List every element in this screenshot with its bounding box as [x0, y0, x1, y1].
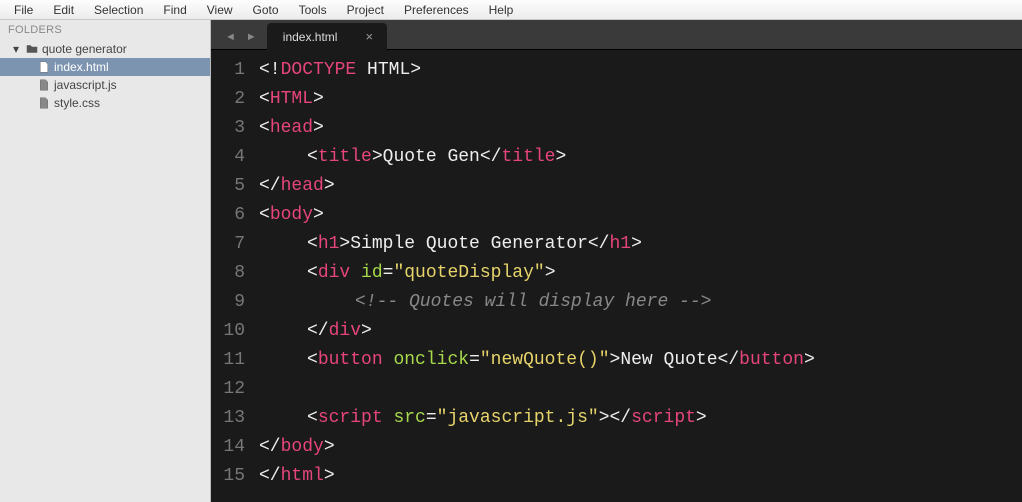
file-label: style.css	[54, 96, 100, 110]
menu-edit[interactable]: Edit	[43, 1, 84, 19]
line-number: 8	[223, 259, 245, 288]
line-number: 14	[223, 433, 245, 462]
menu-tools[interactable]: Tools	[289, 1, 337, 19]
code-line[interactable]	[259, 375, 1022, 404]
close-icon[interactable]: ×	[365, 29, 373, 44]
tab-label: index.html	[283, 30, 338, 44]
tabbar: ◄ ► index.html ×	[211, 20, 1022, 50]
menu-goto[interactable]: Goto	[243, 1, 289, 19]
file-icon	[38, 61, 50, 73]
file-icon	[38, 97, 50, 109]
code-line[interactable]: <script src="javascript.js"></script>	[259, 404, 1022, 433]
code-line[interactable]: </html>	[259, 462, 1022, 491]
code-line[interactable]: </head>	[259, 172, 1022, 201]
tab-index-html[interactable]: index.html ×	[267, 23, 387, 50]
gutter: 123456789101112131415	[211, 56, 259, 502]
line-number: 1	[223, 56, 245, 85]
main-container: FOLDERS ▾ quote generator index.html javasc…	[0, 20, 1022, 502]
line-number: 12	[223, 375, 245, 404]
menu-help[interactable]: Help	[479, 1, 524, 19]
line-number: 4	[223, 143, 245, 172]
menu-preferences[interactable]: Preferences	[394, 1, 479, 19]
code-line[interactable]: <head>	[259, 114, 1022, 143]
code-line[interactable]: </body>	[259, 433, 1022, 462]
folder-icon	[26, 43, 38, 55]
menu-selection[interactable]: Selection	[84, 1, 153, 19]
line-number: 15	[223, 462, 245, 491]
code-line[interactable]: <!DOCTYPE HTML>	[259, 56, 1022, 85]
code-editor[interactable]: 123456789101112131415 <!DOCTYPE HTML><HT…	[211, 50, 1022, 502]
line-number: 7	[223, 230, 245, 259]
folder-label: quote generator	[42, 42, 127, 56]
code-line[interactable]: <title>Quote Gen</title>	[259, 143, 1022, 172]
menu-view[interactable]: View	[197, 1, 243, 19]
code-body[interactable]: <!DOCTYPE HTML><HTML><head><title>Quote …	[259, 56, 1022, 502]
history-forward-icon[interactable]: ►	[246, 31, 267, 49]
code-line[interactable]: <!-- Quotes will display here -->	[259, 288, 1022, 317]
chevron-down-icon: ▾	[10, 43, 22, 55]
file-index-html[interactable]: index.html	[0, 58, 210, 76]
file-icon	[38, 79, 50, 91]
history-back-icon[interactable]: ◄	[219, 31, 246, 49]
folder-root[interactable]: ▾ quote generator	[0, 40, 210, 58]
line-number: 5	[223, 172, 245, 201]
file-tree: ▾ quote generator index.html javascript.js s…	[0, 38, 210, 114]
line-number: 6	[223, 201, 245, 230]
code-line[interactable]: </div>	[259, 317, 1022, 346]
menu-file[interactable]: File	[4, 1, 43, 19]
code-line[interactable]: <div id="quoteDisplay">	[259, 259, 1022, 288]
code-line[interactable]: <button onclick="newQuote()">New Quote</…	[259, 346, 1022, 375]
file-label: javascript.js	[54, 78, 117, 92]
file-javascript-js[interactable]: javascript.js	[0, 76, 210, 94]
sidebar-header: FOLDERS	[0, 20, 210, 38]
line-number: 11	[223, 346, 245, 375]
code-line[interactable]: <h1>Simple Quote Generator</h1>	[259, 230, 1022, 259]
menu-project[interactable]: Project	[337, 1, 394, 19]
line-number: 10	[223, 317, 245, 346]
code-line[interactable]: <HTML>	[259, 85, 1022, 114]
line-number: 13	[223, 404, 245, 433]
code-line[interactable]: <body>	[259, 201, 1022, 230]
line-number: 9	[223, 288, 245, 317]
menubar: FileEditSelectionFindViewGotoToolsProjec…	[0, 0, 1022, 20]
editor-area: ◄ ► index.html × 123456789101112131415 <…	[211, 20, 1022, 502]
sidebar: FOLDERS ▾ quote generator index.html javasc…	[0, 20, 211, 502]
line-number: 2	[223, 85, 245, 114]
line-number: 3	[223, 114, 245, 143]
menu-find[interactable]: Find	[153, 1, 196, 19]
file-label: index.html	[54, 60, 109, 74]
file-style-css[interactable]: style.css	[0, 94, 210, 112]
